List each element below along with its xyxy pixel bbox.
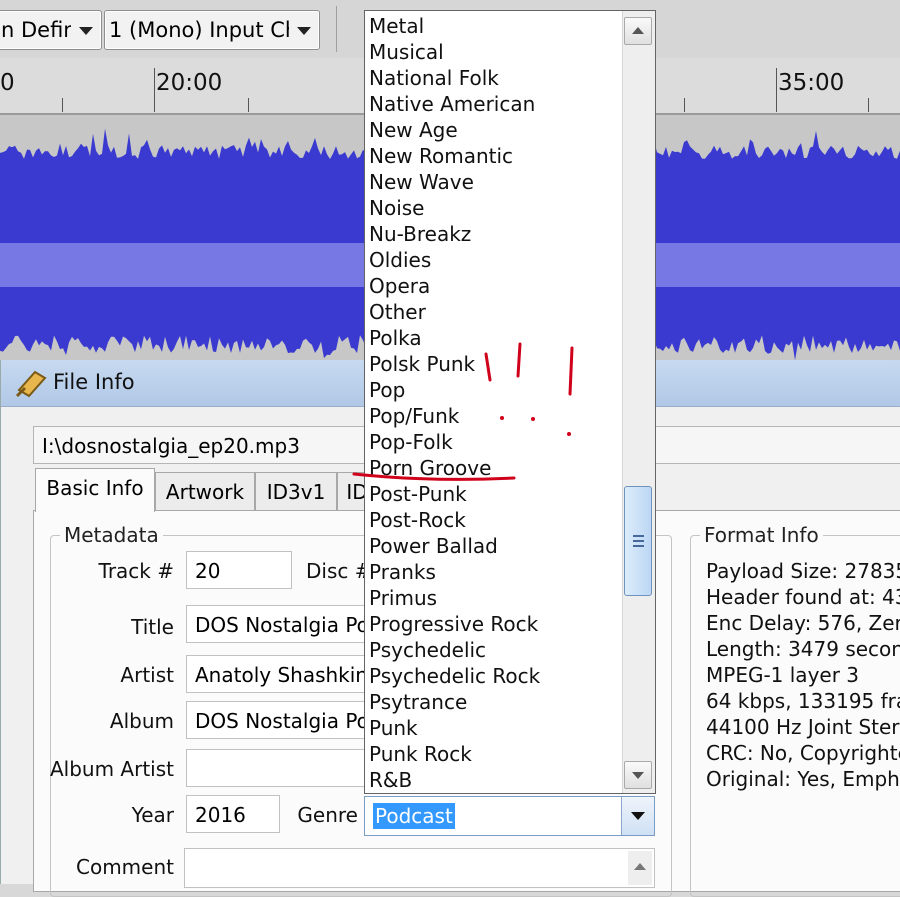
genre-option[interactable]: Oldies xyxy=(369,247,431,273)
chevron-down-icon xyxy=(631,812,645,820)
genre-option[interactable]: New Age xyxy=(369,117,458,143)
genre-option[interactable]: Musical xyxy=(369,39,444,65)
genre-option[interactable]: Metal xyxy=(369,13,424,39)
format-info-line: MPEG-1 layer 3 xyxy=(706,663,860,687)
timeline-tick xyxy=(62,98,63,112)
format-info-line: 44100 Hz Joint Stere xyxy=(706,715,900,739)
genre-option[interactable]: Post-Punk xyxy=(369,481,467,507)
chevron-down-icon xyxy=(632,772,644,779)
genre-option[interactable]: Polka xyxy=(369,325,422,351)
genre-option[interactable]: Nu-Breakz xyxy=(369,221,471,247)
dropdown-scrollbar[interactable] xyxy=(622,11,655,793)
genre-option[interactable]: New Romantic xyxy=(369,143,513,169)
format-info-line: Header found at: 43 xyxy=(706,585,900,609)
album-artist-label: Album Artist xyxy=(49,757,174,781)
genre-option[interactable]: Primus xyxy=(369,585,437,611)
timeline-tick xyxy=(248,98,249,112)
track-label: Track # xyxy=(98,559,174,583)
disc-label: Disc # xyxy=(306,559,372,583)
track-input[interactable]: 20 xyxy=(186,551,292,589)
album-artist-input[interactable] xyxy=(186,749,376,787)
chevron-up-icon xyxy=(632,27,644,34)
format-info-line: Payload Size: 27835 xyxy=(706,559,900,583)
genre-option[interactable]: Pranks xyxy=(369,559,436,585)
chevron-down-icon xyxy=(297,27,311,35)
title-input[interactable]: DOS Nostalgia Poc xyxy=(186,605,376,643)
format-info-line: Enc Delay: 576, Zero xyxy=(706,611,900,635)
album-label: Album xyxy=(109,709,174,733)
timeline-tick xyxy=(776,68,777,112)
album-input[interactable]: DOS Nostalgia Poc xyxy=(186,701,376,739)
genre-option[interactable]: Psychedelic xyxy=(369,637,486,663)
year-input[interactable]: 2016 xyxy=(186,795,280,833)
genre-option[interactable]: Other xyxy=(369,299,426,325)
genre-option[interactable]: Pop xyxy=(369,377,405,403)
genre-combo[interactable]: Podcast xyxy=(364,796,655,836)
genre-label: Genre xyxy=(297,803,358,827)
genre-dropdown-list[interactable]: Metal Musical National Folk Native American… xyxy=(364,10,656,794)
genre-dropdown-button[interactable] xyxy=(621,797,654,835)
genre-option[interactable]: National Folk xyxy=(369,65,499,91)
grip-line xyxy=(633,535,644,537)
timeline-label: 20:00 xyxy=(156,70,223,96)
format-info-group-title: Format Info xyxy=(700,523,823,547)
audio-host-combo[interactable]: n Defin xyxy=(0,10,102,50)
genre-option[interactable]: Punk xyxy=(369,715,418,741)
comment-label: Comment xyxy=(76,855,174,879)
dialog-title: File Info xyxy=(53,370,135,394)
file-info-icon xyxy=(15,370,47,398)
genre-option[interactable]: Progressive Rock xyxy=(369,611,538,637)
genre-option[interactable]: R&B xyxy=(369,767,412,793)
genre-option[interactable]: Polsk Punk xyxy=(369,351,475,377)
genre-selected-value: Podcast xyxy=(373,803,455,829)
chevron-up-icon xyxy=(634,863,646,870)
timeline-tick xyxy=(154,68,155,112)
comment-scrollbar[interactable] xyxy=(628,851,652,885)
genre-option[interactable]: Post-Rock xyxy=(369,507,466,533)
scroll-down-button[interactable] xyxy=(624,761,652,789)
genre-option[interactable]: Opera xyxy=(369,273,430,299)
tab-basic-info[interactable]: Basic Info xyxy=(35,468,155,512)
year-label: Year xyxy=(131,803,174,827)
genre-option[interactable]: Noise xyxy=(369,195,424,221)
scroll-thumb[interactable] xyxy=(624,486,652,596)
input-channels-combo[interactable]: 1 (Mono) Input Ch xyxy=(104,10,320,50)
genre-option[interactable]: Pop/Funk xyxy=(369,403,459,429)
timeline-tick xyxy=(684,98,685,112)
timeline-tick xyxy=(868,98,869,112)
timeline-label: 35:00 xyxy=(778,70,845,96)
artist-label: Artist xyxy=(120,663,174,687)
tab-id3v1[interactable]: ID3v1 xyxy=(255,472,337,510)
genre-option[interactable]: Native American xyxy=(369,91,535,117)
genre-option[interactable]: Psychedelic Rock xyxy=(369,663,540,689)
genre-option[interactable]: Power Ballad xyxy=(369,533,498,559)
title-label: Title xyxy=(131,615,174,639)
comment-textarea[interactable] xyxy=(184,848,655,888)
timeline-label: 0 xyxy=(0,70,15,96)
toolbar-divider xyxy=(336,6,337,52)
genre-option[interactable]: Psytrance xyxy=(369,689,467,715)
tab-artwork[interactable]: Artwork xyxy=(155,472,255,510)
grip-line xyxy=(633,540,644,542)
scroll-up-button[interactable] xyxy=(624,17,652,45)
format-info-line: CRC: No, Copyrighte xyxy=(706,741,900,765)
chevron-down-icon xyxy=(79,27,93,35)
metadata-group-title: Metadata xyxy=(60,523,163,547)
genre-option[interactable]: Punk Rock xyxy=(369,741,472,767)
genre-option[interactable]: Pop-Folk xyxy=(369,429,453,455)
artist-input[interactable]: Anatoly Shashkin xyxy=(186,655,376,693)
genre-option[interactable]: Porn Groove xyxy=(369,455,491,481)
format-info-line: Original: Yes, Empha xyxy=(706,767,900,791)
format-info-line: Length: 3479 second xyxy=(706,637,900,661)
grip-line xyxy=(633,545,644,547)
format-info-line: 64 kbps, 133195 fra xyxy=(706,689,900,713)
genre-option[interactable]: New Wave xyxy=(369,169,474,195)
